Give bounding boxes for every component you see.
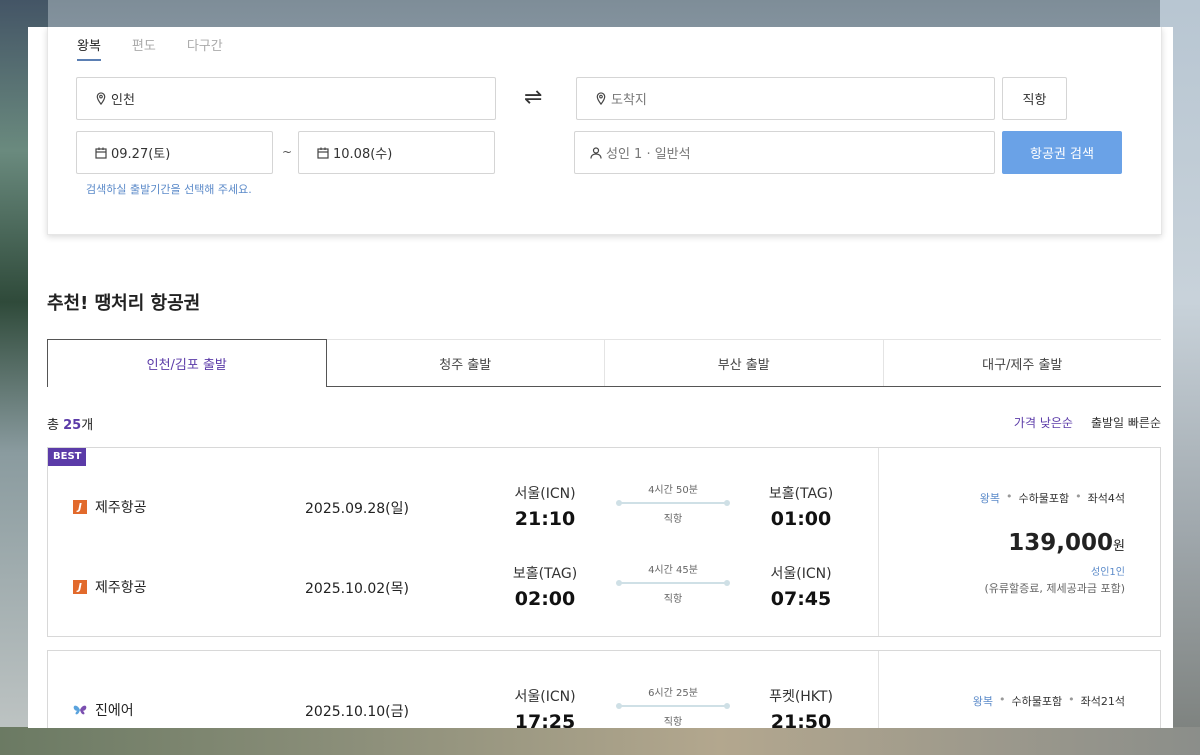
direct-flight-button[interactable]: 직항	[1002, 77, 1067, 120]
flight-result-card[interactable]: BEST J 제주항공 2025.09.28(일) 서울(ICN) 21:10 …	[47, 447, 1161, 637]
seats-left: 좌석21석	[1080, 695, 1125, 708]
departure-time: 17:25	[514, 711, 576, 728]
search-flights-button[interactable]: 항공권 검색	[1002, 131, 1122, 174]
location-pin-icon	[95, 92, 107, 105]
swap-icon[interactable]: ⇌	[524, 85, 542, 110]
flight-date: 2025.10.02(목)	[305, 581, 409, 597]
flight-date: 2025.09.28(일)	[305, 501, 409, 517]
airline-name: 진에어	[95, 703, 134, 719]
sort-departure-early[interactable]: 출발일 빠른순	[1091, 414, 1161, 431]
tab-round-trip[interactable]: 왕복	[77, 35, 101, 61]
return-date-value: 10.08(수)	[333, 147, 393, 162]
page-panel: 왕복 편도 다구간 인천 ⇌ 도착지 직항 09.27(토) ~ 10.08(수…	[28, 27, 1173, 728]
arrival-airport: 보홀(TAG)	[768, 486, 834, 502]
baggage-info: 수하물포함	[1018, 492, 1070, 505]
route-line	[616, 703, 730, 709]
seats-left: 좌석4석	[1087, 492, 1125, 505]
flight-leg-outbound: J 제주항공 2025.09.28(일) 서울(ICN) 21:10 4시간 5…	[48, 481, 878, 541]
arrival-time: 21:50	[770, 711, 832, 728]
origin-value: 인천	[111, 93, 135, 108]
departure-region-tabs: 인천/김포 출발 청주 출발 부산 출발 대구/제주 출발	[47, 339, 1161, 387]
passenger-value: 성인 1 · 일반석	[606, 147, 691, 162]
total-count: 총 25개	[47, 418, 94, 433]
airline-name: 제주항공	[95, 500, 147, 516]
tab-cheongju[interactable]: 청주 출발	[326, 339, 605, 386]
tax-included-note: (유류할증료, 제세공과금 포함)	[984, 582, 1125, 595]
location-pin-icon	[595, 92, 607, 105]
tab-busan[interactable]: 부산 출발	[605, 339, 884, 386]
flight-leg-outbound: 진에어 2025.10.10(금) 서울(ICN) 17:25 6시간 25분 …	[48, 684, 878, 728]
departure-time: 21:10	[514, 508, 576, 530]
jin-air-butterfly-icon	[73, 703, 87, 717]
trip-type-tabs: 왕복 편도 다구간	[77, 35, 223, 61]
per-person-label: 성인1인	[1091, 567, 1125, 578]
jeju-air-logo-icon: J	[73, 500, 87, 514]
flight-duration: 4시간 45분 직항	[613, 561, 733, 605]
fare-meta: 왕복 • 수하물포함 • 좌석21석	[972, 693, 1125, 708]
tab-daegu-jeju[interactable]: 대구/제주 출발	[883, 339, 1161, 386]
airline: J 제주항공	[73, 577, 147, 597]
person-icon	[590, 146, 602, 159]
section-title: 추천! 땡처리 항공권	[47, 293, 201, 314]
flight-duration: 6시간 25분 직항	[613, 684, 733, 728]
calendar-icon	[317, 147, 329, 159]
flight-date: 2025.10.10(금)	[305, 704, 409, 720]
best-badge: BEST	[48, 448, 87, 466]
arrival-airport: 푸켓(HKT)	[769, 689, 833, 705]
depart-date-value: 09.27(토)	[111, 147, 171, 162]
origin-field[interactable]: 인천	[76, 77, 496, 120]
date-range-separator: ~	[282, 145, 293, 159]
destination-field[interactable]: 도착지	[576, 77, 995, 120]
flight-leg-return: J 제주항공 2025.10.02(목) 보홀(TAG) 02:00 4시간 4…	[48, 561, 878, 621]
baggage-info: 수하물포함	[1011, 695, 1063, 708]
trip-type: 왕복	[979, 492, 1001, 505]
passenger-field[interactable]: 성인 1 · 일반석	[574, 131, 995, 174]
return-date-field[interactable]: 10.08(수)	[298, 131, 495, 174]
tab-one-way[interactable]: 편도	[132, 35, 156, 61]
sort-options: 가격 낮은순 출발일 빠른순	[1014, 414, 1161, 431]
arrival: 보홀(TAG) 01:00	[756, 483, 846, 530]
flight-result-card[interactable]: 진에어 2025.10.10(금) 서울(ICN) 17:25 6시간 25분 …	[47, 650, 1161, 728]
departure: 보홀(TAG) 02:00	[500, 563, 590, 610]
arrival: 서울(ICN) 07:45	[756, 563, 846, 610]
flight-search-card: 왕복 편도 다구간 인천 ⇌ 도착지 직항 09.27(토) ~ 10.08(수…	[47, 27, 1162, 235]
departure-airport: 서울(ICN)	[514, 486, 576, 502]
airline: 진에어	[73, 700, 134, 720]
flight-duration: 4시간 50분 직항	[613, 481, 733, 525]
sort-price-low[interactable]: 가격 낮은순	[1014, 414, 1073, 431]
total-number: 25	[63, 418, 82, 433]
trip-type: 왕복	[972, 695, 994, 708]
departure: 서울(ICN) 17:25	[500, 686, 590, 728]
tab-incheon-gimpo[interactable]: 인천/김포 출발	[47, 339, 327, 387]
airline: J 제주항공	[73, 497, 147, 517]
tab-multi-city[interactable]: 다구간	[187, 35, 223, 61]
departure-airport: 서울(ICN)	[514, 689, 576, 705]
depart-date-field[interactable]: 09.27(토)	[76, 131, 273, 174]
airline-name: 제주항공	[95, 580, 147, 596]
arrival-airport: 서울(ICN)	[770, 566, 832, 582]
jeju-air-logo-icon: J	[73, 580, 87, 594]
route-line	[616, 580, 730, 586]
fare-meta: 왕복 • 수하물포함 • 좌석4석	[979, 490, 1125, 505]
destination-placeholder: 도착지	[611, 93, 647, 108]
route-line	[616, 500, 730, 506]
departure-airport: 보홀(TAG)	[512, 566, 578, 582]
fare-price: 139,000원	[1008, 530, 1125, 556]
price-panel: 왕복 • 수하물포함 • 좌석4석 139,000원 성인1인 (유류할증료, …	[878, 448, 1161, 636]
background-photo-bottom	[0, 727, 1200, 755]
date-hint-text: 검색하실 출발기간을 선택해 주세요.	[86, 183, 252, 196]
arrival: 푸켓(HKT) 21:50	[756, 686, 846, 728]
arrival-time: 07:45	[770, 588, 832, 610]
price-panel: 왕복 • 수하물포함 • 좌석21석	[878, 651, 1161, 728]
departure-time: 02:00	[514, 588, 576, 610]
arrival-time: 01:00	[770, 508, 832, 530]
departure: 서울(ICN) 21:10	[500, 483, 590, 530]
calendar-icon	[95, 147, 107, 159]
